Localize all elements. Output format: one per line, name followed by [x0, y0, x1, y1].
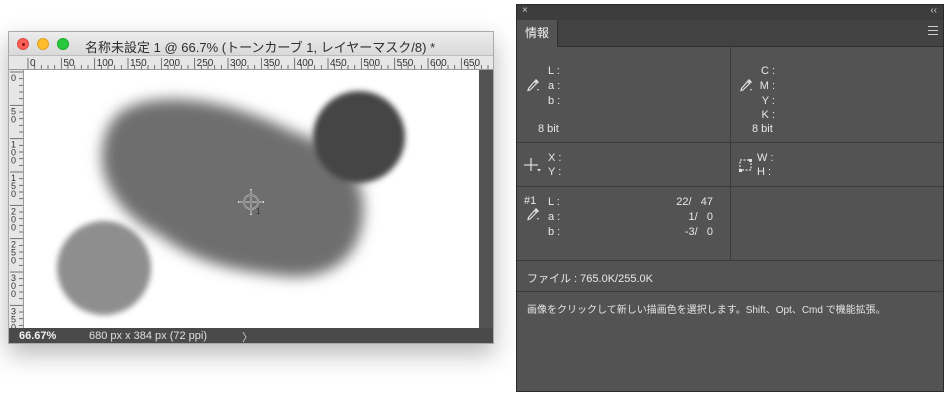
w-label: W :	[757, 152, 774, 164]
ruler-top-label: 600	[430, 58, 447, 69]
document-window: 名称未設定 1 @ 66.7% (トーンカーブ 1, レイヤーマスク/8) * …	[8, 31, 494, 344]
ruler-top-label: 200	[163, 58, 180, 69]
ruler-top-label: 0	[30, 58, 36, 69]
color-readout-section: L : a : b : 8 bit C : M : Y : K : 8 bit	[517, 47, 943, 143]
ruler-top-label: 550	[397, 58, 414, 69]
dark-circle-shape	[313, 91, 405, 183]
ruler-top-label: 650	[463, 58, 480, 69]
tab-info[interactable]: 情報	[517, 20, 558, 47]
status-menu-arrow[interactable]: 〉	[242, 329, 253, 343]
close-panel-icon[interactable]: ×	[522, 5, 528, 16]
sampler-readout-section: #1 L : a : b : 22/ 47 1/ 0 -3/ 0	[517, 187, 943, 261]
document-dimensions: 680 px x 384 px (72 ppi)	[89, 330, 208, 342]
cmyk-bit-depth: 8 bit	[752, 123, 773, 135]
light-circle-shape	[57, 221, 151, 315]
file-size-section: ファイル : 765.0K/255.0K	[517, 261, 943, 292]
ruler-top-label: 100	[97, 58, 114, 69]
sampler-a-label: a :	[548, 211, 561, 223]
info-panel: × ‹‹ 情報 L : a : b : 8 bit C : M : Y : K …	[516, 4, 944, 392]
eyedropper-icon[interactable]	[525, 77, 541, 93]
ruler-left-label: 300	[11, 273, 16, 299]
cmyk-m-label: M :	[759, 80, 775, 92]
document-titlebar[interactable]: 名称未設定 1 @ 66.7% (トーンカーブ 1, レイヤーマスク/8) *	[9, 32, 493, 56]
vertical-scroll-area[interactable]	[479, 70, 493, 328]
document-status-bar: 66.67% 680 px x 384 px (72 ppi) 〉	[9, 328, 493, 343]
cmyk-k-label: K :	[761, 109, 775, 121]
sampler-l-label: L :	[548, 196, 560, 208]
canvas-artwork: 1	[57, 91, 405, 315]
ruler-left-label: 50	[11, 106, 16, 124]
ruler-left-label: 100	[11, 140, 16, 166]
ruler-top-label: 450	[330, 58, 347, 69]
ruler-top-label: 250	[197, 58, 214, 69]
panel-tab-row: 情報	[517, 20, 943, 47]
close-window-button[interactable]	[17, 38, 29, 50]
horizontal-ruler[interactable]: 0 50 100 150 200 250 300 350 400 450 500 550 600 650	[9, 56, 494, 70]
ruler-top-label: 350	[263, 58, 280, 69]
sampler-a-value: 1/ 0	[688, 211, 713, 223]
ruler-left-label: 150	[11, 173, 16, 199]
tool-hint: 画像をクリックして新しい描画色を選択します。Shift、Opt、Cmd で機能拡…	[527, 305, 886, 316]
image-canvas[interactable]: 1	[24, 70, 479, 328]
vertical-ruler[interactable]: 0 5 0 1 0 0 1 5 0 2 0 0 2 5 0 3 0 0 3 5 0	[9, 70, 24, 328]
y-label: Y :	[548, 166, 562, 178]
ruler-left-label: 350	[11, 306, 16, 328]
lab-b-label: b :	[548, 95, 561, 107]
ruler-top-label: 300	[230, 58, 247, 69]
ruler-left-label: 0	[11, 73, 16, 83]
position-readout-section: X : Y : W : H :	[517, 143, 943, 187]
ruler-top-label: 400	[297, 58, 314, 69]
cmyk-y-label: Y :	[761, 95, 775, 107]
selection-size-icon	[739, 159, 752, 172]
ruler-top-label: 150	[130, 58, 147, 69]
ruler-left-label: 200	[11, 206, 16, 232]
sampler-eyedropper-icon[interactable]	[525, 206, 541, 222]
sampler-b-value: -3/ 0	[684, 226, 713, 238]
zoom-level[interactable]: 66.67%	[19, 330, 56, 342]
lab-a-label: a :	[548, 80, 561, 92]
panel-menu-icon[interactable]	[928, 26, 938, 35]
ruler-left-label: 250	[11, 240, 16, 266]
x-label: X :	[548, 152, 562, 164]
zoom-window-button[interactable]	[57, 38, 69, 50]
ruler-top-label: 500	[363, 58, 380, 69]
collapse-panel-icon[interactable]: ‹‹	[930, 5, 937, 16]
sampler-l-value: 22/ 47	[676, 196, 713, 208]
document-title: 名称未設定 1 @ 66.7% (トーンカーブ 1, レイヤーマスク/8) *	[85, 40, 436, 55]
lab-l-label: L :	[548, 65, 560, 77]
file-size: ファイル : 765.0K/255.0K	[527, 273, 653, 285]
sampler-b-label: b :	[548, 226, 561, 238]
minimize-window-button[interactable]	[37, 38, 49, 50]
panel-header[interactable]: × ‹‹	[517, 5, 943, 20]
cmyk-c-label: C :	[760, 65, 775, 77]
lab-bit-depth: 8 bit	[538, 123, 559, 135]
ruler-top-label: 50	[63, 58, 75, 69]
crosshair-icon	[524, 158, 541, 172]
sampler-badge: 1	[256, 207, 261, 216]
h-label: H :	[757, 166, 772, 178]
